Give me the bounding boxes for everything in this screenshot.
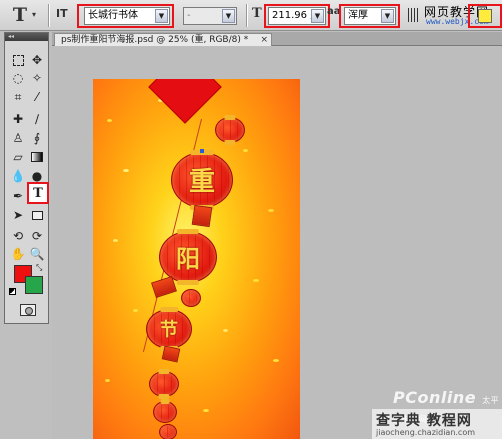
font-family-highlight	[77, 4, 174, 28]
text-orientation-icon[interactable]: IT	[56, 7, 72, 23]
crop-icon[interactable]: ⌗	[9, 88, 27, 106]
lantern-glyph-2: 阳	[176, 243, 200, 273]
magic-wand-icon[interactable]: ✧	[28, 69, 46, 87]
options-bar: T ▾ IT 长城行书体 ▼ - ▼ T 211.96 点 ▼ aa 浑厚 ▼ …	[0, 0, 502, 31]
lantern-chong: 重	[171, 150, 233, 210]
type-tool-icon[interactable]: T	[27, 182, 49, 204]
lantern-lower	[149, 369, 179, 399]
lantern-tassel	[161, 345, 181, 363]
lasso-icon[interactable]: ◌	[9, 69, 27, 87]
eyedropper-icon[interactable]: ⁄	[28, 88, 46, 106]
document-tab[interactable]: ps制作重阳节海报.psd @ 25% (重, RGB/8) * ×	[54, 33, 272, 46]
lantern-tassel	[191, 204, 213, 228]
confetti	[268, 209, 274, 212]
confetti	[113, 239, 118, 242]
divider	[48, 4, 50, 27]
lantern-glyph-1: 重	[188, 166, 215, 197]
hand-icon[interactable]: ✋	[9, 245, 27, 263]
confetti	[107, 119, 112, 122]
poster-canvas[interactable]: 重 阳 节	[93, 79, 300, 439]
marquee-icon[interactable]	[9, 51, 27, 69]
type-tool-preset-icon[interactable]: T	[6, 4, 34, 26]
confetti	[253, 279, 259, 282]
text-anchor-point[interactable]	[200, 149, 204, 153]
background-color-swatch[interactable]	[25, 276, 43, 294]
brush-icon[interactable]: ∕	[28, 110, 46, 128]
font-style-select[interactable]: - ▼	[183, 7, 237, 25]
healing-brush-icon[interactable]: ✚	[9, 110, 27, 128]
default-colors-icon[interactable]	[9, 288, 16, 295]
close-icon[interactable]: ×	[260, 34, 268, 46]
move-icon[interactable]: ✥	[28, 51, 46, 69]
rectangle-shape-icon[interactable]	[28, 206, 46, 224]
font-style-value: -	[187, 10, 191, 21]
history-brush-icon[interactable]: ∮	[28, 129, 46, 147]
confetti	[203, 409, 209, 412]
confetti	[105, 379, 110, 382]
preset-dropdown-arrow-icon[interactable]: ▾	[32, 10, 36, 19]
path-selection-icon[interactable]: ➤	[9, 206, 27, 224]
align-left-icon[interactable]	[408, 8, 420, 22]
type-tool-glyph: T	[33, 185, 43, 201]
lantern-small-top	[215, 115, 245, 145]
chazidian-watermark: 查字典 教程网 jiaocheng.chazidian.com	[372, 409, 502, 439]
confetti	[243, 149, 248, 152]
chazidian-text: 查字典 教程网	[376, 413, 472, 429]
confetti	[123, 169, 129, 172]
lantern-jie: 节	[146, 307, 192, 351]
document-tab-title: ps制作重阳节海报.psd @ 25% (重, RGB/8) *	[61, 35, 249, 45]
divider	[246, 4, 248, 27]
lantern-lower	[159, 424, 177, 439]
swap-colors-icon[interactable]: ⤡	[36, 263, 42, 273]
lantern-tassel	[151, 275, 177, 299]
pen-icon[interactable]: ✒	[9, 187, 27, 205]
lantern-lower	[153, 399, 177, 423]
chazidian-url: jiaocheng.chazidian.com	[376, 428, 476, 437]
confetti	[133, 309, 138, 312]
3d-rotate-icon[interactable]: ⟲	[9, 227, 27, 245]
text-color-swatch[interactable]	[478, 9, 492, 23]
lantern-mini	[181, 289, 201, 307]
blur-icon[interactable]: 💧	[9, 167, 27, 185]
confetti	[223, 329, 228, 332]
zoom-icon[interactable]: 🔍	[28, 245, 46, 263]
chevron-down-icon[interactable]: ▼	[222, 9, 235, 23]
lantern-yang: 阳	[159, 229, 217, 285]
tools-panel-header[interactable]: ◂◂	[5, 33, 48, 41]
quick-mask-icon[interactable]	[20, 304, 36, 316]
eraser-icon[interactable]: ▱	[9, 148, 27, 166]
clone-stamp-icon[interactable]: ♙	[9, 129, 27, 147]
anti-alias-highlight	[339, 4, 400, 28]
confetti	[273, 359, 279, 362]
3d-orbit-icon[interactable]: ⟳	[28, 227, 46, 245]
font-size-highlight	[264, 4, 330, 28]
tools-panel: ◂◂ ✥ ◌ ✧ ⌗ ⁄ ✚ ∕ ♙ ∮ ▱ 💧 ● ✒ T ➤ ⟲ ⟳ ✋ 🔍…	[4, 32, 49, 324]
gradient-icon[interactable]	[28, 148, 46, 166]
document-tab-bar: ps制作重阳节海报.psd @ 25% (重, RGB/8) * ×	[52, 32, 502, 46]
pconline-text: PConline	[393, 388, 477, 407]
lantern-glyph-3: 节	[160, 319, 178, 341]
